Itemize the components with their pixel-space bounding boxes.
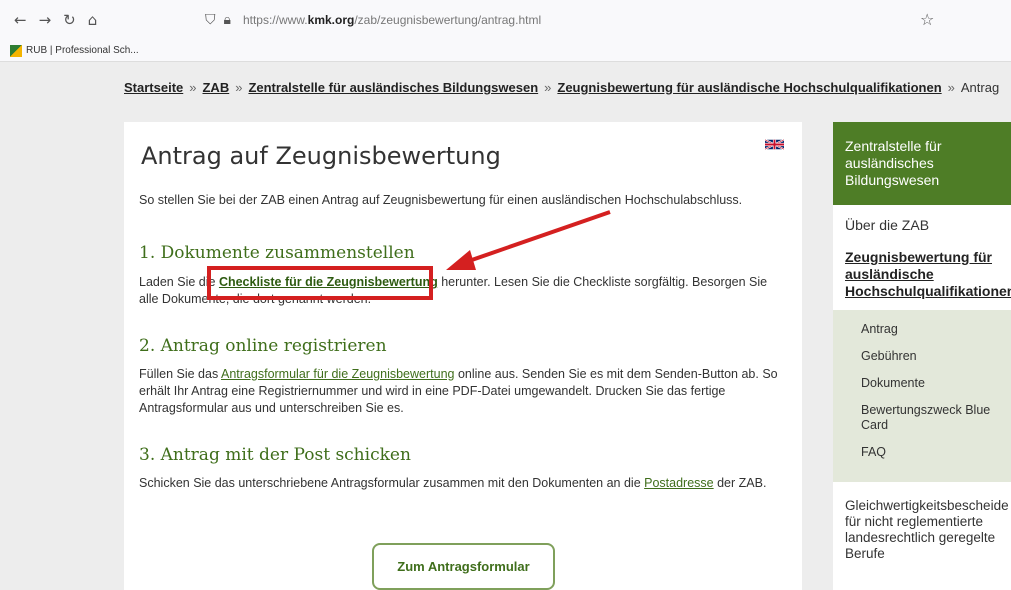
- breadcrumb-startseite[interactable]: Startseite: [124, 80, 183, 95]
- bookmark-item[interactable]: RUB | Professional Sch...: [26, 45, 139, 56]
- sidebar-header[interactable]: Zentralstelle für ausländisches Bildungs…: [833, 122, 1011, 205]
- url-prefix: https://www.: [242, 13, 308, 27]
- url-path: /zab/zeugnisbewertung/antrag.html: [354, 13, 542, 27]
- breadcrumb: Startseite » ZAB » Zentralstelle für ausländ…: [124, 80, 999, 95]
- section1-text-pre: Laden Sie die: [139, 275, 216, 289]
- rub-favicon-icon: [10, 44, 22, 57]
- page-title: Antrag auf Zeugnisbewertung: [141, 142, 501, 170]
- breadcrumb-zab[interactable]: ZAB: [202, 80, 229, 95]
- intro-text: So stellen Sie bei der ZAB einen Antrag …: [139, 193, 743, 207]
- nav-buttons: ← → ↻ ⌂: [14, 11, 97, 29]
- highlight-box: [207, 266, 433, 300]
- section3-text-post: der ZAB.: [717, 476, 767, 490]
- sidebar-item-about[interactable]: Über die ZAB: [833, 205, 1011, 245]
- forward-icon[interactable]: →: [39, 11, 52, 29]
- subnav-item-antrag[interactable]: Antrag: [833, 322, 1011, 337]
- section3-text: Schicken Sie das unterschriebene Antrags…: [139, 475, 784, 492]
- url-domain: kmk.org: [307, 13, 355, 27]
- subnav-item-blue-card[interactable]: Bewertungszweck Blue Card: [833, 403, 1011, 433]
- subnav-item-dokumente[interactable]: Dokumente: [833, 376, 1011, 391]
- main-content: Antrag auf Zeugnisbewertung So stellen S…: [124, 122, 802, 590]
- section2-text-pre: Füllen Sie das: [139, 367, 219, 381]
- browser-toolbar: ← → ↻ ⌂ ⛉ 🔒︎ https://www. kmk.org/zab/zeu…: [0, 0, 1011, 40]
- bookmarks-bar: RUB | Professional Sch...: [0, 40, 1011, 62]
- home-icon[interactable]: ⌂: [88, 11, 98, 29]
- bookmark-star-icon[interactable]: ☆: [920, 10, 934, 29]
- postal-address-link[interactable]: Postadresse: [644, 476, 713, 490]
- sidebar: Zentralstelle für ausländisches Bildungs…: [833, 122, 1011, 590]
- breadcrumb-separator: »: [235, 80, 243, 95]
- address-bar[interactable]: ⛉ 🔒︎ https://www. kmk.org/zab/zeugnisbewe…: [205, 6, 965, 34]
- lock-icon: 🔒︎: [223, 12, 231, 28]
- reload-icon[interactable]: ↻: [63, 11, 76, 29]
- breadcrumb-separator: »: [544, 80, 552, 95]
- shield-icon: ⛉: [205, 12, 216, 28]
- application-form-link[interactable]: Antragsformular für die Zeugnisbewertung: [221, 367, 454, 381]
- application-form-button[interactable]: Zum Antragsformular: [372, 543, 555, 590]
- section2-heading: 2. Antrag online registrieren: [139, 336, 387, 356]
- breadcrumb-current: Antrag: [960, 80, 1000, 95]
- section3-text-pre: Schicken Sie das unterschriebene Antrags…: [139, 476, 641, 490]
- breadcrumb-separator: »: [189, 80, 197, 95]
- sidebar-item-zeugnisbewertung[interactable]: Zeugnisbewertung für ausländische Hochsc…: [833, 245, 1011, 310]
- section2-text: Füllen Sie das Antragsformular für die Z…: [139, 366, 784, 417]
- back-icon[interactable]: ←: [14, 11, 27, 29]
- subnav-item-gebuehren[interactable]: Gebühren: [833, 349, 1011, 364]
- uk-flag-icon[interactable]: [765, 138, 784, 151]
- sidebar-item-gleichwertigkeit[interactable]: Gleichwertigkeitsbescheide für nicht reg…: [833, 482, 1011, 578]
- breadcrumb-zeugnisbewertung[interactable]: Zeugnisbewertung für ausländische Hochsc…: [557, 80, 941, 95]
- breadcrumb-zentralstelle[interactable]: Zentralstelle für ausländisches Bildungs…: [248, 80, 538, 95]
- section1-heading: 1. Dokumente zusammenstellen: [139, 243, 415, 263]
- breadcrumb-separator: »: [947, 80, 955, 95]
- section3-heading: 3. Antrag mit der Post schicken: [139, 445, 411, 465]
- sidebar-subnav: Antrag Gebühren Dokumente Bewertungszwec…: [833, 310, 1011, 482]
- subnav-item-faq[interactable]: FAQ: [833, 445, 1011, 460]
